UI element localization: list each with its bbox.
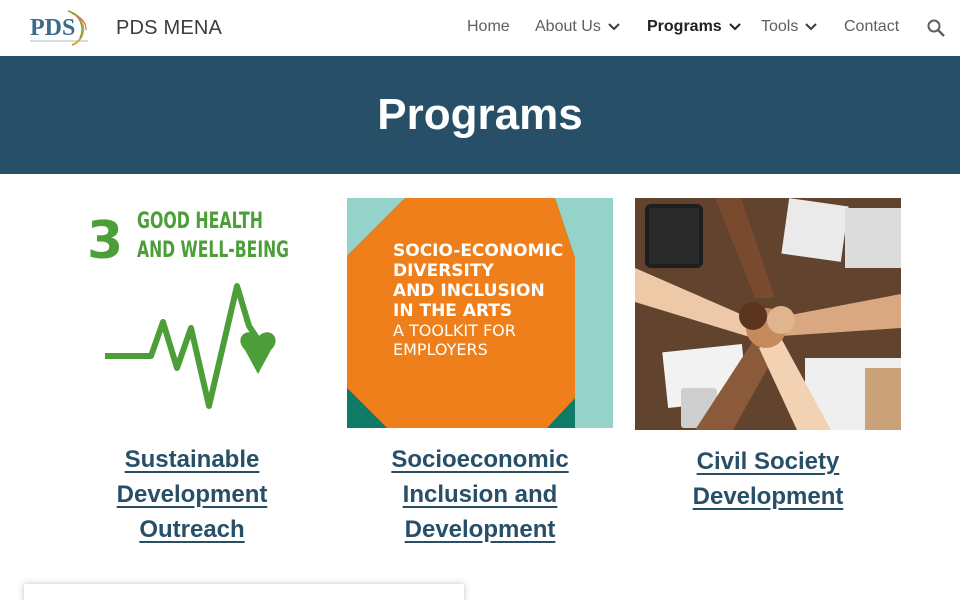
link-line: Socioeconomic bbox=[391, 446, 569, 473]
link-socioeconomic-inclusion[interactable]: Socioeconomic Inclusion and Development bbox=[347, 442, 613, 547]
content-panel bbox=[24, 584, 464, 600]
sdg-line1: GOOD HEALTH bbox=[137, 209, 263, 234]
search-icon[interactable] bbox=[926, 18, 946, 38]
link-sustainable-development-outreach[interactable]: Sustainable Development Outreach bbox=[59, 442, 325, 547]
chevron-down-icon[interactable] bbox=[804, 20, 818, 34]
sdg-good-health-image[interactable]: 3 GOOD HEALTH AND WELL-BEING bbox=[59, 198, 325, 430]
link-line: Sustainable bbox=[124, 446, 260, 473]
toolkit-line1: SOCIO-ECONOMIC bbox=[393, 241, 563, 261]
nav-home-label: Home bbox=[467, 18, 510, 35]
toolkit-line3: AND INCLUSION bbox=[393, 281, 545, 301]
nav-contact-label: Contact bbox=[844, 18, 900, 35]
sdg-line2: AND WELL-BEING bbox=[137, 238, 289, 263]
nav-tools-label: Tools bbox=[761, 18, 799, 35]
sdg-number: 3 bbox=[87, 211, 123, 271]
nav-contact[interactable]: Contact bbox=[844, 18, 899, 36]
nav-programs-label: Programs bbox=[647, 18, 722, 35]
civil-society-photo[interactable] bbox=[635, 198, 901, 430]
logo-text: PDS bbox=[30, 15, 75, 41]
page-banner: Programs bbox=[0, 56, 960, 174]
link-line: Development bbox=[404, 516, 556, 543]
toolkit-cover-image[interactable]: SOCIO-ECONOMIC DIVERSITY AND INCLUSION I… bbox=[347, 198, 613, 428]
top-navigation-bar: PDS PDS MENA Home About Us Programs Tool… bbox=[0, 0, 960, 56]
nav-programs[interactable]: Programs bbox=[647, 18, 742, 36]
toolkit-sub2: EMPLOYERS bbox=[393, 340, 488, 359]
nav-about-us[interactable]: About Us bbox=[535, 18, 621, 36]
nav-about-us-label: About Us bbox=[535, 18, 601, 35]
link-line: Civil Society bbox=[696, 448, 840, 475]
toolkit-sub1: A TOOLKIT FOR bbox=[393, 321, 516, 340]
pds-logo[interactable]: PDS bbox=[28, 8, 100, 48]
page-title: Programs bbox=[377, 90, 583, 139]
nav-home[interactable]: Home bbox=[467, 18, 510, 36]
link-line: Outreach bbox=[139, 516, 245, 543]
link-line: Development bbox=[692, 483, 844, 510]
chevron-down-icon[interactable] bbox=[607, 20, 621, 34]
toolkit-line2: DIVERSITY bbox=[393, 261, 494, 281]
site-title[interactable]: PDS MENA bbox=[116, 17, 222, 40]
link-line: Inclusion and bbox=[402, 481, 558, 508]
chevron-down-icon[interactable] bbox=[728, 20, 742, 34]
toolkit-line4: IN THE ARTS bbox=[393, 301, 512, 321]
link-civil-society-development[interactable]: Civil Society Development bbox=[635, 444, 901, 514]
link-line: Development bbox=[116, 481, 268, 508]
nav-tools[interactable]: Tools bbox=[761, 18, 818, 36]
